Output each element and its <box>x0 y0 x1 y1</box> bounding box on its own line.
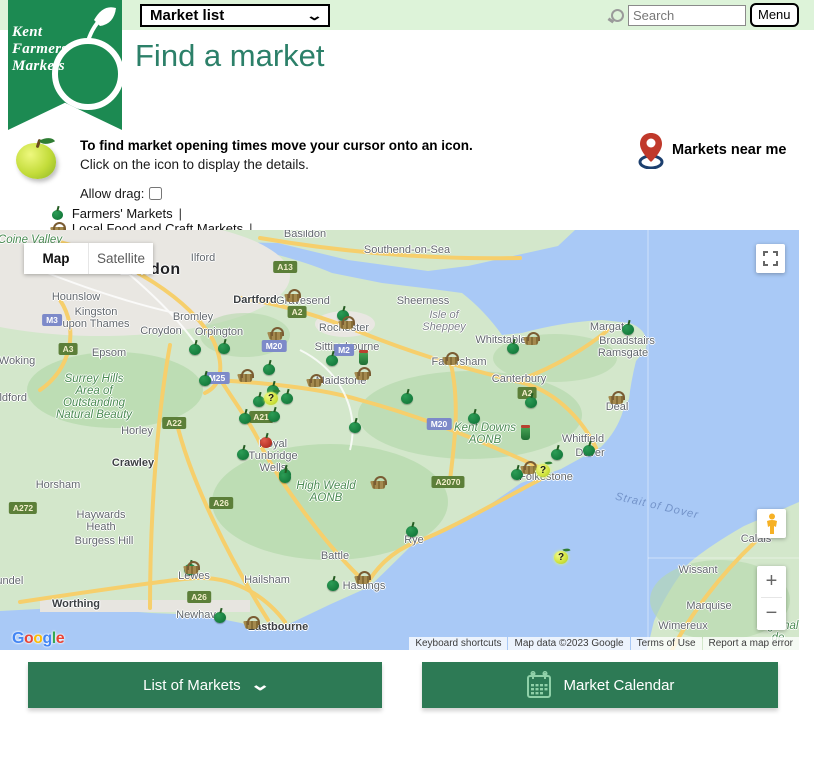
attribution-item[interactable]: Keyboard shortcuts <box>409 637 507 650</box>
map-marker-farmers-icon[interactable] <box>505 339 521 355</box>
map-type-map-button[interactable]: Map <box>24 243 88 274</box>
list-of-markets-label: List of Markets <box>143 677 241 694</box>
zoom-control: + − <box>757 566 786 630</box>
google-logo-letter: G <box>12 630 24 648</box>
key-item-farmers: Farmers' Markets| <box>50 206 259 221</box>
fullscreen-button[interactable] <box>756 244 785 273</box>
key-item-label: Farmers' Markets <box>72 206 173 221</box>
instruction-line-2: Click on the icon to display the details… <box>80 157 309 172</box>
map-marker-farmers-icon[interactable] <box>325 576 341 592</box>
google-logo-letter: e <box>56 630 64 648</box>
markets-near-me[interactable]: Markets near me <box>638 131 786 169</box>
map-marker-farmers-icon[interactable] <box>523 393 539 409</box>
instruction-line-1: To find market opening times move your c… <box>80 138 473 153</box>
map-marker-festival-icon[interactable] <box>517 424 533 440</box>
apple-icon <box>16 137 58 177</box>
map-attribution: Keyboard shortcutsMap data ©2023 GoogleT… <box>408 636 799 650</box>
map-marker-farmers-icon[interactable] <box>404 522 420 538</box>
map-type-satellite-button[interactable]: Satellite <box>88 243 153 274</box>
page: Kent Farmers' Markets Market list ⌄ Menu… <box>0 0 814 780</box>
map-marker-unknown-icon[interactable] <box>263 390 279 406</box>
green-apple-icon <box>50 206 66 221</box>
attribution-item[interactable]: Report a map error <box>703 637 799 650</box>
market-list-dropdown[interactable]: Market list ⌄ <box>140 4 330 27</box>
pegman-button[interactable] <box>757 509 786 538</box>
map-marker-unknown-icon[interactable] <box>553 549 569 565</box>
map-marker-unknown-icon[interactable] <box>535 462 551 478</box>
map-marker-craft-icon[interactable] <box>608 390 626 404</box>
list-of-markets-button[interactable]: List of Markets ⌄ <box>28 662 382 708</box>
chevron-down-icon: ⌄ <box>249 675 270 695</box>
map-marker-farmers-icon[interactable] <box>235 445 251 461</box>
map-marker-farmers-icon[interactable] <box>279 389 295 405</box>
map-type-control: Map Satellite <box>24 243 153 274</box>
map-marker-craft-icon[interactable] <box>354 366 372 380</box>
map-marker-farmers-icon[interactable] <box>266 407 282 423</box>
map-marker-farmers-icon[interactable] <box>581 441 597 457</box>
google-logo-letter: g <box>43 630 52 648</box>
map-marker-farmers-icon[interactable] <box>197 371 213 387</box>
map-marker-craft-icon[interactable] <box>284 288 302 302</box>
map-marker-festival-icon[interactable] <box>355 349 371 365</box>
allow-drag-label: Allow drag: <box>80 186 162 201</box>
map-canvas[interactable]: Coine ValleyBasildonSouthend-on-SeaIlfor… <box>0 230 799 650</box>
map-marker-craft-icon[interactable] <box>338 315 356 329</box>
map-marker-farmers-icon[interactable] <box>216 339 232 355</box>
market-list-label: Market list <box>150 7 224 24</box>
chevron-down-icon: ⌄ <box>306 8 323 24</box>
attribution-item[interactable]: Map data ©2023 Google <box>508 637 629 650</box>
calendar-icon <box>526 671 552 699</box>
map-marker-craft-icon[interactable] <box>354 570 372 584</box>
allow-drag-checkbox[interactable] <box>149 187 162 200</box>
map-pin-icon <box>638 131 664 169</box>
map-marker-craft-icon[interactable] <box>523 331 541 345</box>
map-marker-red-apple-icon[interactable] <box>258 433 274 449</box>
map-marker-craft-icon[interactable] <box>183 560 201 574</box>
map-marker-farmers-icon[interactable] <box>212 608 228 624</box>
market-calendar-label: Market Calendar <box>564 677 675 694</box>
page-title: Find a market <box>135 38 325 74</box>
zoom-out-button[interactable]: − <box>757 598 786 629</box>
google-logo[interactable]: Google <box>12 630 64 648</box>
search-icon <box>608 8 624 24</box>
attribution-item[interactable]: Terms of Use <box>631 637 702 650</box>
fullscreen-icon <box>763 251 778 266</box>
google-logo-letter: o <box>24 630 33 648</box>
market-calendar-button[interactable]: Market Calendar <box>422 662 778 708</box>
map-marker-craft-icon[interactable] <box>306 373 324 387</box>
map-marker-farmers-icon[interactable] <box>237 409 253 425</box>
map-base-art <box>0 230 799 650</box>
menu-button[interactable]: Menu <box>750 3 799 27</box>
google-logo-letter: o <box>33 630 42 648</box>
map-marker-farmers-icon[interactable] <box>324 351 340 367</box>
map-marker-farmers-icon[interactable] <box>620 320 636 336</box>
map-marker-farmers-icon[interactable] <box>399 389 415 405</box>
map-marker-farmers-icon[interactable] <box>549 445 565 461</box>
map-marker-farmers-icon[interactable] <box>187 340 203 356</box>
map-marker-craft-icon[interactable] <box>243 615 261 629</box>
zoom-in-button[interactable]: + <box>757 566 786 597</box>
map-marker-craft-icon[interactable] <box>370 475 388 489</box>
map-marker-farmers-icon[interactable] <box>466 409 482 425</box>
markets-near-me-label: Markets near me <box>672 142 786 158</box>
search-input[interactable] <box>628 5 746 26</box>
map-marker-craft-icon[interactable] <box>237 368 255 382</box>
map-marker-craft-icon[interactable] <box>442 351 460 365</box>
map-marker-farmers-icon[interactable] <box>261 360 277 376</box>
map-marker-farmers-icon[interactable] <box>347 418 363 434</box>
brand-text: Kent Farmers' Markets <box>12 24 72 75</box>
map-marker-farmers-icon[interactable] <box>277 468 293 484</box>
pegman-icon <box>765 513 779 535</box>
map-marker-craft-icon[interactable] <box>267 326 285 340</box>
